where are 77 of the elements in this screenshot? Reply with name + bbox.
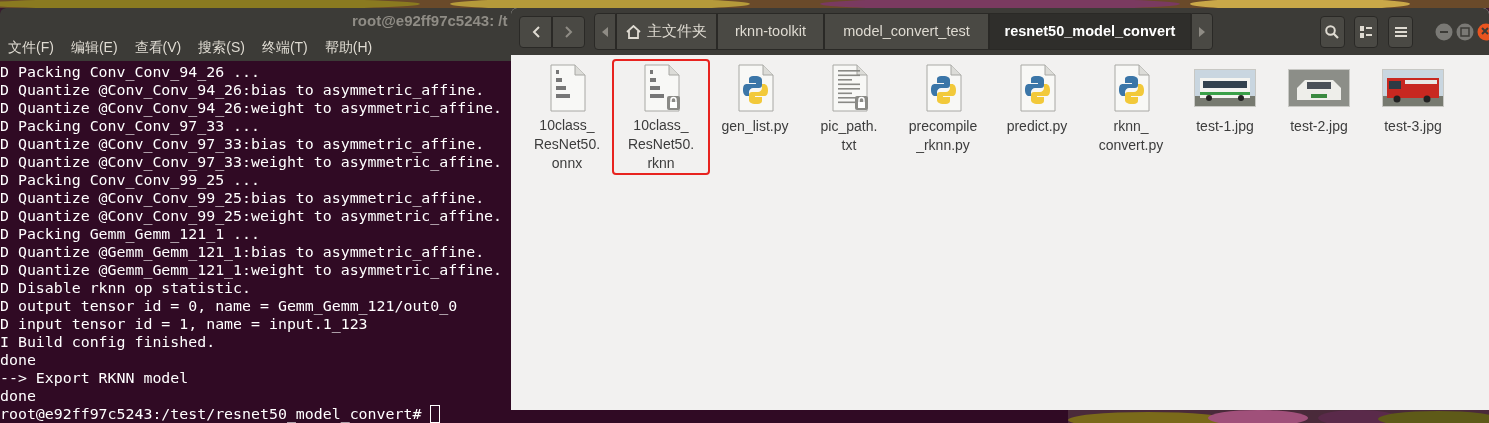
- python-file-icon: [923, 64, 963, 112]
- path-button[interactable]: model_convert_test: [824, 13, 989, 50]
- terminal-line: I Build config finished.: [0, 333, 216, 351]
- path-button[interactable]: rknn-toolkit: [717, 13, 824, 50]
- left-arrow-icon: [602, 26, 608, 37]
- menu-item[interactable]: 查看(V): [134, 37, 182, 58]
- file-name: pic_path. txt: [820, 117, 878, 155]
- window-title: root@e92ff97c5243: /t: [352, 10, 508, 31]
- file-item[interactable]: test-1.jpg: [1178, 61, 1272, 173]
- terminal-line: D Packing Conv_Conv_94_26 ...: [0, 63, 260, 81]
- terminal-line: D Quantize @Conv_Conv_99_25:bias to asymmetric_affine.: [0, 189, 485, 207]
- python-file-icon: [1017, 64, 1057, 112]
- maximize-icon[interactable]: [1456, 22, 1474, 41]
- home-icon: [626, 24, 641, 39]
- terminal-line: D Packing Conv_Conv_97_33 ...: [0, 117, 260, 135]
- file-name: 10class_ ResNet50. onnx: [533, 116, 601, 173]
- path-button[interactable]: resnet50_model_convert: [989, 13, 1191, 50]
- file-item[interactable]: predict.py: [990, 61, 1084, 173]
- scroll-left-button[interactable]: [594, 13, 616, 50]
- file-name: gen_list.py: [721, 117, 789, 136]
- back-button[interactable]: [519, 15, 552, 48]
- terminal-line: D output tensor id = 0, name = Gemm_Gemm_121/out0_0: [0, 297, 458, 315]
- scroll-right-button[interactable]: [1191, 13, 1213, 50]
- terminal-line: D Quantize @Gemm_Gemm_121_1:weight to asymmetric_affine.: [0, 261, 503, 279]
- python-file-icon: [1111, 64, 1151, 112]
- python-file-icon: [735, 64, 775, 112]
- file-item[interactable]: test-3.jpg: [1366, 61, 1460, 173]
- menu-icon: [1394, 26, 1407, 37]
- forward-button[interactable]: [552, 15, 585, 48]
- binary-file-icon: [641, 63, 681, 112]
- terminal-line: D Quantize @Conv_Conv_97_33:bias to asymmetric_affine.: [0, 135, 485, 153]
- file-name: rknn_ convert.py: [1098, 117, 1164, 155]
- file-name: test-2.jpg: [1290, 117, 1348, 136]
- search-icon: [1325, 24, 1340, 39]
- text-file-icon: [829, 64, 869, 112]
- terminal-line: D Packing Conv_Conv_99_25 ...: [0, 171, 260, 189]
- terminal-prompt: root@e92ff97c5243:/test/resnet50_model_convert#: [0, 405, 422, 423]
- view-button[interactable]: [1353, 15, 1379, 48]
- close-icon[interactable]: [1477, 22, 1489, 41]
- file-name: precompile _rknn.py: [908, 117, 978, 155]
- menu-item[interactable]: 帮助(H): [324, 37, 373, 58]
- file-name: test-1.jpg: [1196, 117, 1254, 136]
- file-item[interactable]: test-2.jpg: [1272, 61, 1366, 173]
- terminal-line: D Disable rknn op statistic.: [0, 279, 252, 297]
- file-name: test-3.jpg: [1384, 117, 1442, 136]
- terminal-line: D Quantize @Conv_Conv_94_26:weight to asymmetric_affine.: [0, 99, 503, 117]
- file-item[interactable]: gen_list.py: [708, 61, 802, 173]
- right-arrow-icon: [1199, 26, 1205, 37]
- list-view-icon: [1360, 25, 1372, 38]
- file-item[interactable]: pic_path. txt: [802, 61, 896, 173]
- search-button[interactable]: [1320, 15, 1345, 48]
- menu-item[interactable]: 编辑(E): [70, 37, 118, 58]
- file-name: 10class_ ResNet50. rknn: [627, 116, 695, 173]
- menu-item[interactable]: 搜索(S): [198, 37, 245, 58]
- menu-item[interactable]: 文件(F): [8, 37, 54, 58]
- terminal-line: D Quantize @Conv_Conv_99_25:weight to asymmetric_affine.: [0, 207, 503, 225]
- minimize-icon[interactable]: [1435, 22, 1453, 41]
- forward-icon: [564, 25, 573, 38]
- menu-item[interactable]: 终端(T): [261, 37, 308, 58]
- path-button[interactable]: 主文件夹: [616, 13, 717, 50]
- terminal-line: D Quantize @Gemm_Gemm_121_1:bias to asymmetric_affine.: [0, 243, 485, 261]
- terminal-line: done: [0, 387, 36, 405]
- text-cursor: [430, 405, 441, 423]
- menu-button[interactable]: [1388, 15, 1413, 48]
- binary-file-icon: [547, 63, 587, 112]
- file-item[interactable]: precompile _rknn.py: [896, 61, 990, 173]
- terminal-line: D Quantize @Conv_Conv_97_33:weight to asymmetric_affine.: [0, 153, 503, 171]
- terminal-line: D Packing Gemm_Gemm_121_1 ...: [0, 225, 260, 243]
- file-item[interactable]: 10class_ ResNet50. rknn: [614, 61, 708, 173]
- terminal-line: done: [0, 351, 36, 369]
- file-item[interactable]: rknn_ convert.py: [1084, 61, 1178, 173]
- back-icon: [531, 25, 540, 38]
- file-name: predict.py: [1006, 117, 1068, 136]
- file-item[interactable]: 10class_ ResNet50. onnx: [520, 61, 614, 173]
- terminal-line: --> Export RKNN model: [0, 369, 189, 387]
- terminal-line: D Quantize @Conv_Conv_94_26:bias to asymmetric_affine.: [0, 81, 485, 99]
- terminal-line: D input tensor id = 1, name = input.1_123: [0, 315, 368, 333]
